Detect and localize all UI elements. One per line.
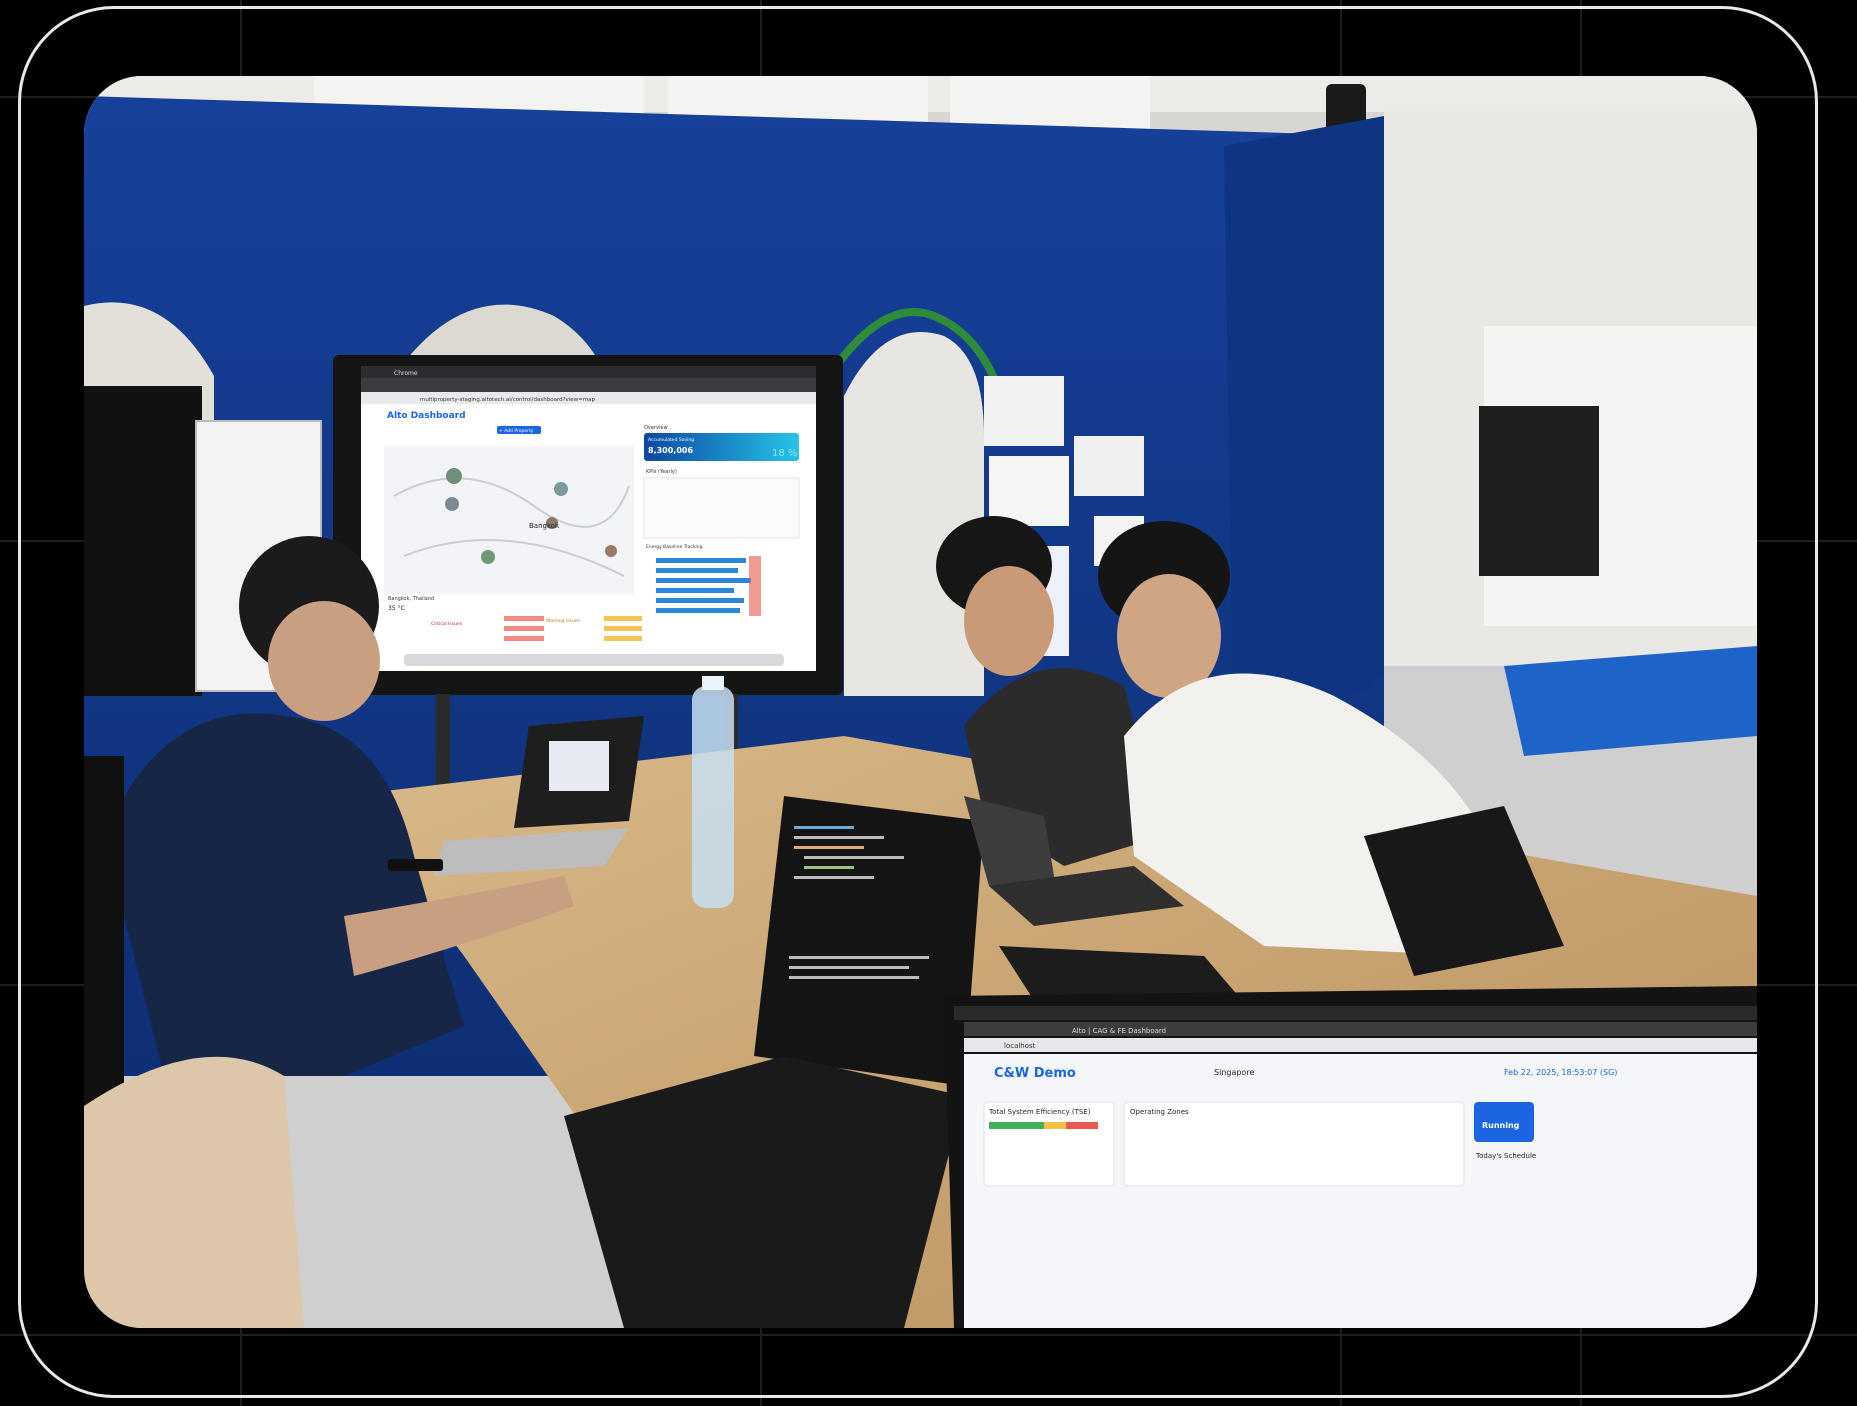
accumulated-saving-label: Accumulated Saving — [648, 437, 694, 443]
laptop-fg-app-title: C&W Demo — [994, 1066, 1076, 1081]
energy-baseline-title: Energy Baseline Tracking — [646, 544, 703, 550]
map-city-label: Bangkok — [529, 522, 560, 530]
map-marker[interactable] — [554, 482, 568, 496]
mac-dock — [404, 654, 784, 666]
person-face — [964, 566, 1054, 676]
water-bottle — [692, 686, 734, 908]
smartphone — [388, 859, 443, 871]
today-schedule-title: Today's Schedule — [1475, 1152, 1536, 1160]
stage: Chrome multiproperty-staging.altotech.ai… — [0, 0, 1857, 1406]
tse-bar-good — [989, 1122, 1044, 1129]
saving-percent: 18 % — [772, 448, 797, 459]
browser-url[interactable]: multiproperty-staging.altotech.ai/contro… — [420, 397, 596, 403]
wall-poster — [989, 456, 1069, 526]
kpi-grid — [643, 477, 800, 539]
wall-poster — [1074, 436, 1144, 496]
running-status-label: Running — [1482, 1121, 1520, 1130]
laptop-fg-menubar — [954, 1006, 1757, 1020]
map-marker[interactable] — [605, 545, 617, 557]
map-marker[interactable] — [481, 550, 495, 564]
laptop-small-screen — [549, 741, 609, 791]
side-tv — [84, 386, 202, 696]
browser-tabs — [361, 378, 816, 392]
map-marker[interactable] — [445, 497, 459, 511]
bottle-cap — [702, 676, 724, 690]
mac-menubar — [361, 366, 816, 378]
laptop-fg-datetime: Feb 22, 2025, 18:53:07 (SG) — [1504, 1068, 1617, 1077]
person-face — [268, 601, 380, 721]
tse-bar-fair — [1044, 1122, 1066, 1129]
office-photo: Chrome multiproperty-staging.altotech.ai… — [84, 76, 1757, 1328]
accumulated-saving-value: 8,300,006 — [648, 446, 693, 455]
overview-title: Overview — [644, 425, 668, 431]
laptop-fg-location: Singapore — [1214, 1068, 1254, 1077]
weather-location: Bangkok, Thailand — [388, 596, 434, 602]
laptop-fg-url-bar — [964, 1038, 1757, 1052]
kpis-title: KPIs (Yearly) — [646, 469, 677, 475]
wall-poster — [984, 376, 1064, 446]
back-monitor — [1479, 406, 1599, 576]
tse-panel-title: Total System Efficiency (TSE) — [988, 1108, 1091, 1116]
map-panel — [384, 446, 634, 594]
laptop-fg-app — [964, 1054, 1757, 1328]
warning-issues-title: Warning Issues — [546, 618, 581, 624]
weather-temp: 35 °C — [388, 605, 405, 612]
laptop-fg-url[interactable]: localhost — [1004, 1042, 1036, 1050]
map-marker[interactable] — [446, 468, 462, 484]
critical-issues-title: Critical Issues — [431, 621, 463, 627]
photo-illustration: Chrome multiproperty-staging.altotech.ai… — [84, 76, 1757, 1328]
tse-bar-poor — [1066, 1122, 1098, 1129]
laptop-fg-tab-label[interactable]: Alto | CAG & FE Dashboard — [1072, 1027, 1166, 1035]
dashboard-title: Alto Dashboard — [387, 411, 466, 421]
operating-zones-title: Operating Zones — [1130, 1108, 1189, 1116]
browser-app-label: Chrome — [394, 370, 418, 377]
arch-doorway — [844, 332, 984, 696]
foreground-person — [84, 1056, 304, 1328]
add-property-label: + Add Property — [499, 428, 534, 434]
